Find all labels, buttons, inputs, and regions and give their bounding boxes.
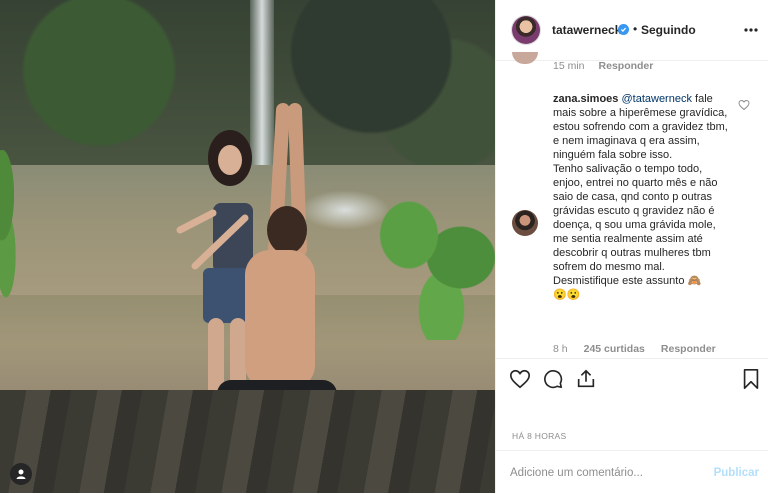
previous-comment-reply-button[interactable]: Responder: [599, 60, 654, 72]
stone-ledge: [0, 390, 495, 493]
post-side-panel: tatawerneck • Seguindo 15 min Responder z…: [495, 0, 768, 493]
action-bar: [496, 358, 768, 399]
post-time: HÁ 8 HORAS: [512, 431, 567, 441]
previous-comment-avatar[interactable]: [512, 52, 538, 64]
heart-icon[interactable]: [508, 367, 532, 391]
bookmark-icon[interactable]: [739, 367, 763, 391]
foliage-left: [0, 150, 30, 300]
comment-likes[interactable]: 245 curtidas: [584, 343, 645, 355]
user-tag-icon[interactable]: [10, 463, 32, 485]
verified-badge-icon: [618, 24, 629, 35]
comment-mention[interactable]: @tatawerneck: [621, 93, 691, 105]
comment-reply-button[interactable]: Responder: [661, 343, 716, 355]
comment-like-icon[interactable]: [738, 98, 750, 111]
separator: •: [633, 22, 638, 36]
comment-meta: 8 h 245 curtidas Responder: [553, 343, 716, 355]
comment-text-3: 😮😮: [553, 289, 581, 301]
add-comment-input[interactable]: [510, 464, 700, 482]
following-button[interactable]: Seguindo: [641, 23, 696, 37]
comment-username[interactable]: zana.simoes: [553, 93, 618, 105]
post-photo[interactable]: [0, 0, 495, 493]
share-icon[interactable]: [574, 367, 598, 391]
author-username[interactable]: tatawerneck: [552, 23, 621, 37]
previous-comment-meta: 15 min Responder: [553, 60, 653, 72]
instagram-post-modal: tatawerneck • Seguindo 15 min Responder z…: [0, 0, 768, 493]
author-avatar[interactable]: [512, 16, 540, 44]
comment-body: zana.simoes @tatawerneck fale mais sobre…: [553, 92, 733, 302]
previous-comment-time: 15 min: [553, 60, 585, 72]
comment-icon[interactable]: [541, 367, 565, 391]
comment-avatar[interactable]: [512, 210, 538, 236]
add-comment-bar: Publicar: [496, 450, 768, 494]
more-horizontal-icon[interactable]: [743, 20, 759, 40]
comment-time: 8 h: [553, 343, 568, 355]
publish-button[interactable]: Publicar: [714, 467, 759, 479]
comment-text-2: Tenho salivação o tempo todo, enjoo, ent…: [553, 163, 718, 287]
